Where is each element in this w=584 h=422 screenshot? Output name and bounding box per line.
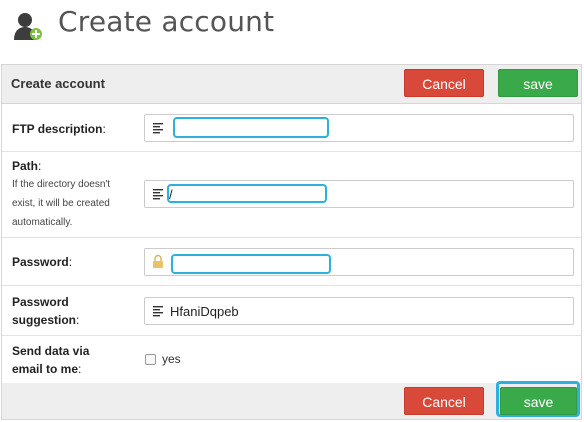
ftp-description-label: FTP description: bbox=[12, 122, 106, 136]
send-email-checkbox-label[interactable]: yes bbox=[162, 352, 181, 366]
send-email-checkbox[interactable] bbox=[145, 354, 156, 365]
send-email-row: Send data via email to me: yes bbox=[2, 336, 581, 383]
create-account-panel: Create account Cancel save FTP descripti… bbox=[1, 64, 582, 420]
text-lines-icon bbox=[153, 189, 163, 200]
ftp-description-row: FTP description: bbox=[2, 104, 581, 152]
lock-icon bbox=[153, 254, 163, 268]
send-email-label: Send data via email to me: bbox=[12, 344, 90, 376]
path-help-text: If the directory doesn't exist, it will … bbox=[12, 179, 111, 228]
panel-footer: Cancel save bbox=[2, 381, 581, 419]
path-label: Path: If the directory doesn't exist, it… bbox=[12, 157, 110, 232]
cancel-button-top[interactable]: Cancel bbox=[404, 69, 484, 97]
page-title: Create account bbox=[58, 5, 275, 38]
password-label: Password: bbox=[12, 255, 73, 269]
cancel-button-bottom[interactable]: Cancel bbox=[404, 387, 484, 415]
save-button-top[interactable]: save bbox=[498, 69, 578, 97]
password-suggestion-input[interactable]: HfaniDqpeb bbox=[144, 297, 574, 325]
password-row: Password: bbox=[2, 238, 581, 286]
save-button-bottom[interactable]: save bbox=[500, 387, 577, 415]
path-focus-ring bbox=[167, 184, 327, 203]
password-suggestion-row: Password suggestion: HfaniDqpeb bbox=[2, 286, 581, 336]
text-lines-icon bbox=[153, 306, 163, 317]
password-suggestion-value: HfaniDqpeb bbox=[170, 304, 239, 319]
page-header: Create account bbox=[0, 0, 584, 64]
user-add-icon bbox=[14, 13, 42, 40]
ftp-description-focus-ring bbox=[173, 117, 329, 138]
text-lines-icon bbox=[153, 123, 163, 134]
password-suggestion-label: Password suggestion: bbox=[12, 295, 80, 327]
panel-title: Create account bbox=[11, 76, 105, 91]
password-focus-ring bbox=[171, 254, 331, 274]
path-row: Path: If the directory doesn't exist, it… bbox=[2, 152, 581, 238]
panel-heading: Create account Cancel save bbox=[2, 65, 581, 104]
